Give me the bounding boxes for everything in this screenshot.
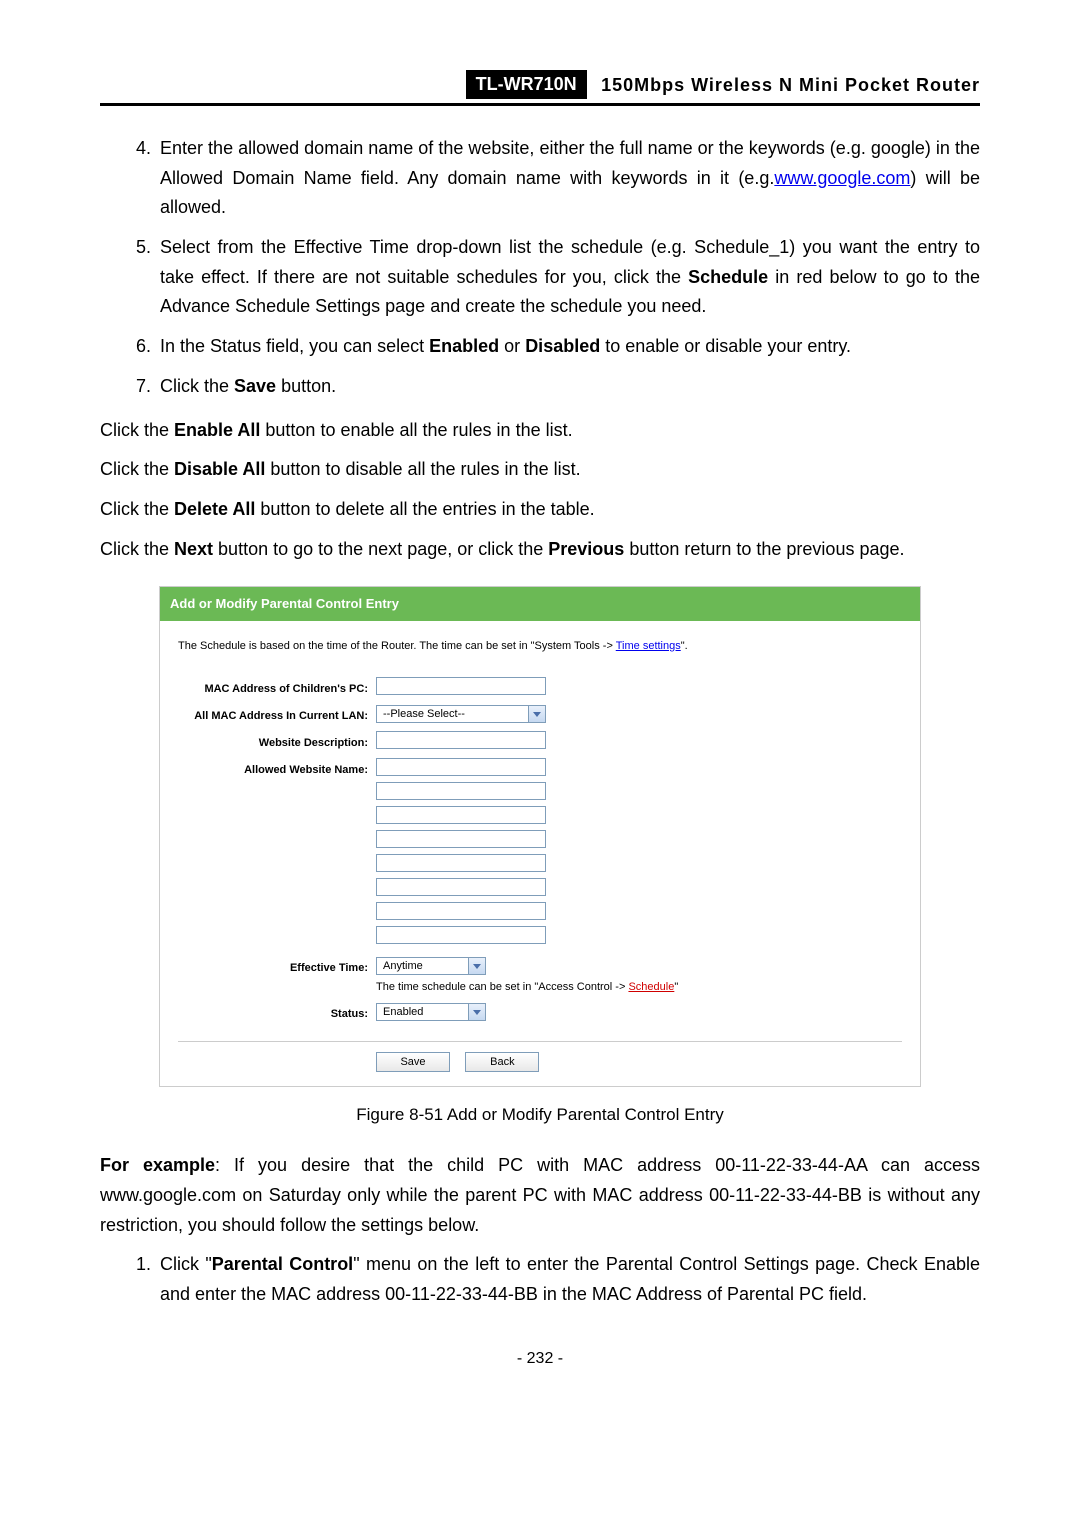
chevron-down-icon [468,958,485,974]
next-b: button return to the previous page. [624,539,904,559]
disable-all-bold: Disable All [174,459,265,479]
step-6: In the Status field, you can select Enab… [156,332,980,362]
enable-all-a: Click the [100,420,174,440]
chevron-down-icon [468,1004,485,1020]
step-6-mid: or [499,336,525,356]
figure-caption: Figure 8-51 Add or Modify Parental Contr… [100,1101,980,1129]
eff-note-a: The time schedule can be set in "Access … [376,981,628,993]
label-allowed-name: Allowed Website Name: [178,758,376,779]
label-status: Status: [178,1002,376,1023]
enable-all-para: Click the Enable All button to enable al… [100,416,980,446]
enable-all-bold: Enable All [174,420,260,440]
next-mid: button to go to the next page, or click … [213,539,548,559]
next-prev-para: Click the Next button to go to the next … [100,535,980,565]
select-all-mac[interactable]: --Please Select-- [376,705,546,723]
schedule-link[interactable]: Schedule [628,981,674,993]
label-eff-time: Effective Time: [178,956,376,977]
schedule-bold: Schedule [688,267,768,287]
example-steps: Click "Parental Control" menu on the lef… [100,1250,980,1309]
ex1-a: Click " [160,1254,212,1274]
input-allowed-2[interactable] [376,782,546,800]
time-settings-link[interactable]: Time settings [616,640,681,652]
select-eff-time-value: Anytime [377,957,429,975]
disable-all-a: Click the [100,459,174,479]
enabled-bold: Enabled [429,336,499,356]
delete-all-bold: Delete All [174,499,255,519]
delete-all-para: Click the Delete All button to delete al… [100,495,980,525]
select-status[interactable]: Enabled [376,1003,486,1021]
row-mac-child: MAC Address of Children's PC: [178,677,902,698]
example-step-1: Click "Parental Control" menu on the lef… [156,1250,980,1309]
disabled-bold: Disabled [525,336,600,356]
row-status: Status: Enabled [178,1002,902,1023]
input-allowed-7[interactable] [376,902,546,920]
next-bold: Next [174,539,213,559]
parental-control-bold: Parental Control [212,1254,353,1274]
select-all-mac-value: --Please Select-- [377,705,471,723]
input-mac-child[interactable] [376,677,546,695]
input-web-desc[interactable] [376,731,546,749]
row-all-mac: All MAC Address In Current LAN: --Please… [178,704,902,725]
input-allowed-3[interactable] [376,806,546,824]
input-allowed-8[interactable] [376,926,546,944]
next-a: Click the [100,539,174,559]
example-para: For example: If you desire that the chil… [100,1151,980,1240]
step-6-text-b: to enable or disable your entry. [600,336,851,356]
model-badge: TL-WR710N [466,70,587,99]
input-allowed-5[interactable] [376,854,546,872]
previous-bold: Previous [548,539,624,559]
select-status-value: Enabled [377,1003,429,1021]
enable-all-b: button to enable all the rules in the li… [260,420,572,440]
google-link[interactable]: www.google.com [774,168,910,188]
row-allowed-name: Allowed Website Name: [178,758,902,950]
allowed-name-stack [376,758,902,950]
figure-parental-control-form: Add or Modify Parental Control Entry The… [159,586,921,1087]
save-button[interactable]: Save [376,1052,450,1072]
instruction-list: Enter the allowed domain name of the web… [100,134,980,402]
step-7-text-a: Click the [160,376,234,396]
fig-note-a: The Schedule is based on the time of the… [178,640,616,652]
figure-title-bar: Add or Modify Parental Control Entry [160,587,920,620]
disable-all-b: button to disable all the rules in the l… [265,459,580,479]
eff-note-b: " [674,981,678,993]
for-example-bold: For example [100,1155,215,1175]
input-allowed-1[interactable] [376,758,546,776]
label-all-mac: All MAC Address In Current LAN: [178,704,376,725]
figure-button-row: Save Back [178,1041,902,1072]
figure-body: The Schedule is based on the time of the… [160,621,920,1087]
back-button[interactable]: Back [465,1052,539,1072]
chevron-down-icon [528,706,545,722]
eff-time-note: The time schedule can be set in "Access … [376,978,902,996]
header-title: 150Mbps Wireless N Mini Pocket Router [601,75,980,96]
page-number: - 232 - [100,1350,980,1368]
step-7: Click the Save button. [156,372,980,402]
row-web-desc: Website Description: [178,731,902,752]
delete-all-b: button to delete all the entries in the … [255,499,594,519]
step-5: Select from the Effective Time drop-down… [156,233,980,322]
delete-all-a: Click the [100,499,174,519]
step-7-text-b: button. [276,376,336,396]
example-text: : If you desire that the child PC with M… [100,1155,980,1234]
disable-all-para: Click the Disable All button to disable … [100,455,980,485]
body-content: Enter the allowed domain name of the web… [100,134,980,1310]
select-eff-time[interactable]: Anytime [376,957,486,975]
document-page: TL-WR710N 150Mbps Wireless N Mini Pocket… [0,0,1080,1527]
input-allowed-6[interactable] [376,878,546,896]
save-bold: Save [234,376,276,396]
row-eff-time: Effective Time: Anytime The time schedul… [178,956,902,996]
input-allowed-4[interactable] [376,830,546,848]
label-mac-child: MAC Address of Children's PC: [178,677,376,698]
figure-schedule-note: The Schedule is based on the time of the… [178,637,902,655]
page-header: TL-WR710N 150Mbps Wireless N Mini Pocket… [100,70,980,106]
step-6-text-a: In the Status field, you can select [160,336,429,356]
fig-note-b: ". [681,640,688,652]
label-web-desc: Website Description: [178,731,376,752]
step-4: Enter the allowed domain name of the web… [156,134,980,223]
